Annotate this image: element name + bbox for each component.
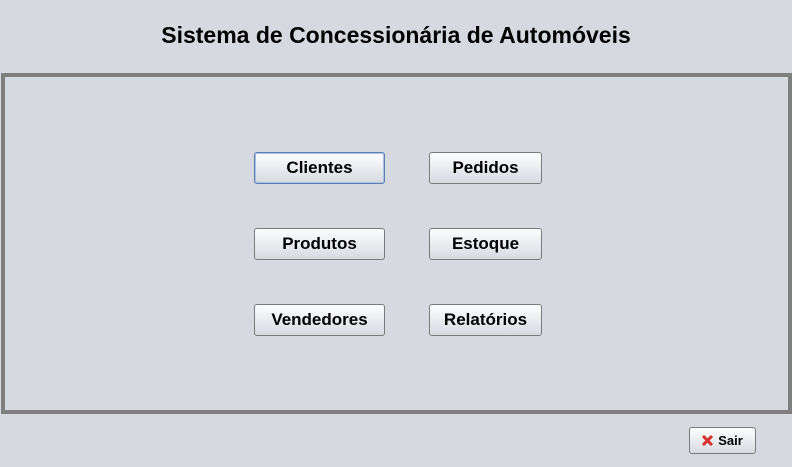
relatorios-button[interactable]: Relatórios <box>429 304 542 336</box>
exit-button-label: Sair <box>718 433 743 448</box>
main-window: Sistema de Concessionária de Automóveis … <box>0 0 792 467</box>
pedidos-button[interactable]: Pedidos <box>429 152 542 184</box>
vendedores-button[interactable]: Vendedores <box>254 304 385 336</box>
close-icon <box>702 435 713 446</box>
clientes-button[interactable]: Clientes <box>254 152 385 184</box>
estoque-button[interactable]: Estoque <box>429 228 542 260</box>
page-title: Sistema de Concessionária de Automóveis <box>161 22 631 48</box>
produtos-button[interactable]: Produtos <box>254 228 385 260</box>
menu-panel: Clientes Pedidos Produtos Estoque Vended… <box>1 73 792 414</box>
exit-button[interactable]: Sair <box>689 427 756 454</box>
